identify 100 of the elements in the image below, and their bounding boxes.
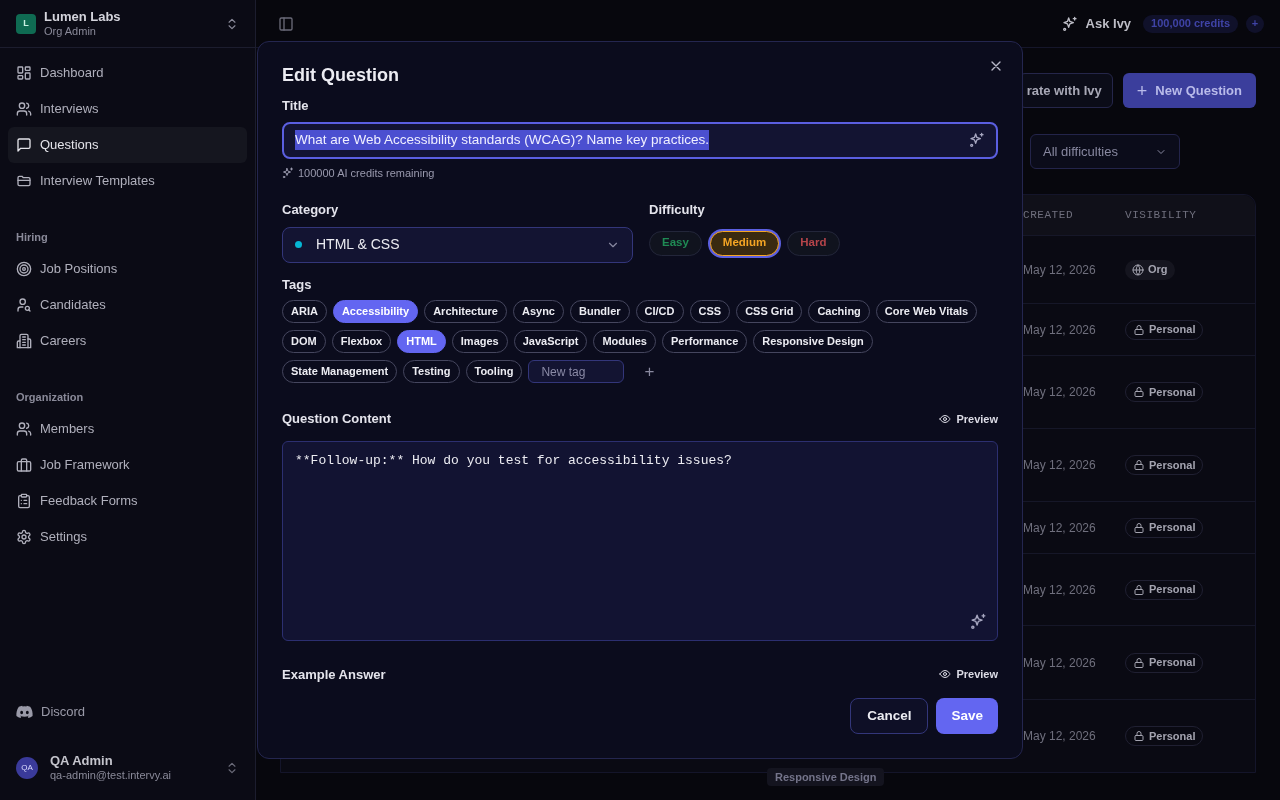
tag-chip[interactable]: Flexbox <box>331 330 392 353</box>
field-label: Title <box>282 97 310 115</box>
nav-item[interactable]: Job Positions <box>8 251 247 287</box>
dialog-title: Edit Question <box>282 64 400 86</box>
visibility-badge: Org <box>1125 259 1175 280</box>
tag-chip[interactable]: Bundler <box>570 300 630 323</box>
sidebar-toggle-icon[interactable] <box>278 15 294 32</box>
tag-chip[interactable]: Accessibility <box>332 300 419 323</box>
difficulty-option[interactable]: Easy <box>649 230 702 256</box>
tag-chip[interactable]: Responsive Design <box>753 330 873 353</box>
created-date: May 12, 2026 <box>1023 654 1097 672</box>
sparkle-icon[interactable] <box>970 612 987 630</box>
eye-icon <box>939 412 952 425</box>
tag-chip[interactable]: Core Web Vitals <box>875 300 978 323</box>
org-logo: L <box>16 13 36 34</box>
tag-chip[interactable]: ARIA <box>282 300 327 323</box>
field-label: Category <box>282 201 340 219</box>
eye-icon <box>939 668 952 681</box>
tag-badge: Responsive Design <box>767 768 885 786</box>
building-icon <box>16 333 32 349</box>
tag-chip[interactable]: Async <box>512 300 564 323</box>
tag-chip[interactable]: Testing <box>403 360 460 383</box>
tag-chip[interactable]: CSS <box>689 300 731 323</box>
section-heading: Hiring <box>15 229 49 245</box>
content-field[interactable]: **Follow-up:** How do you test for accessibility issues? <box>282 440 998 641</box>
nav-item[interactable]: Interview Templates <box>8 163 247 199</box>
users-icon <box>16 101 32 117</box>
created-date: May 12, 2026 <box>1023 519 1097 537</box>
nav-item[interactable]: Careers <box>8 323 247 359</box>
org-name: Lumen Labs <box>44 8 122 25</box>
nav-item[interactable]: Candidates <box>8 287 247 323</box>
tag-chip[interactable]: Tooling <box>465 360 523 383</box>
credits-note: 100000 AI credits remaining <box>298 165 435 181</box>
chat-bubble-icon <box>16 137 32 153</box>
title-field[interactable]: What are Web Accessibility standards (WCAG)? Name key practices. <box>282 121 998 159</box>
lock-icon <box>1133 656 1145 669</box>
cancel-button[interactable]: Cancel <box>850 698 929 734</box>
tag-chip[interactable]: Performance <box>662 330 748 353</box>
plus-icon: + <box>1136 81 1148 100</box>
tag-chip[interactable]: HTML <box>397 330 446 353</box>
created-date: May 12, 2026 <box>1023 457 1097 474</box>
save-button[interactable]: Save <box>936 698 998 734</box>
sparkle-icon <box>1061 15 1078 32</box>
preview-button[interactable]: Preview <box>939 410 998 427</box>
nav-item[interactable]: Questions <box>8 127 247 163</box>
tag-chip[interactable]: CSS Grid <box>736 300 803 323</box>
created-date: May 12, 2026 <box>1023 321 1097 339</box>
new-tag-field[interactable]: New tag <box>528 360 625 383</box>
user-search-icon <box>16 297 32 313</box>
nav-item[interactable]: Members <box>8 411 247 447</box>
nav-item[interactable]: Feedback Forms <box>8 483 247 519</box>
column-header: CREATED <box>1023 207 1075 223</box>
discord-link[interactable]: Discord <box>8 694 247 730</box>
sparkle-icon <box>282 166 294 179</box>
created-date: May 12, 2026 <box>1023 261 1097 279</box>
lock-icon <box>1133 730 1145 742</box>
tag-chip[interactable]: CI/CD <box>635 300 684 323</box>
dashboard-icon <box>16 65 32 81</box>
tag-chip[interactable]: Caching <box>808 300 870 323</box>
nav-item[interactable]: Job Framework <box>8 447 247 483</box>
created-date: May 12, 2026 <box>1023 581 1097 599</box>
created-date: May 12, 2026 <box>1023 384 1097 401</box>
nav-item[interactable]: Interviews <box>8 91 247 127</box>
tag-chip[interactable]: State Management <box>282 360 398 383</box>
lock-icon <box>1133 583 1145 596</box>
gamepad-icon <box>16 705 33 719</box>
ask-ivy-button[interactable]: Ask Ivy <box>1061 13 1132 34</box>
lock-icon <box>1133 459 1145 471</box>
difficulty-filter[interactable]: All difficulties <box>1030 134 1180 169</box>
credits-badge: 100,000 credits <box>1143 14 1238 33</box>
org-role: Org Admin <box>44 24 97 39</box>
tag-chip[interactable]: Images <box>451 330 508 353</box>
folder-icon <box>16 173 32 189</box>
sparkle-icon[interactable] <box>969 132 985 148</box>
tag-chip[interactable]: Modules <box>593 330 656 353</box>
field-label: Example Answer <box>282 665 386 684</box>
field-label: Question Content <box>282 410 392 428</box>
field-label: Difficulty <box>649 201 706 219</box>
user-name: QA Admin <box>50 753 114 770</box>
field-label: Tags <box>282 275 313 294</box>
nav-item[interactable]: Settings <box>8 519 247 555</box>
user-avatar: QA <box>16 757 38 779</box>
section-heading: Organization <box>15 389 85 405</box>
nav-item[interactable]: Dashboard <box>8 55 247 91</box>
users-icon <box>16 421 32 437</box>
difficulty-option[interactable]: Medium <box>709 230 780 256</box>
lock-icon <box>1133 521 1145 534</box>
settings-icon <box>16 529 32 545</box>
column-header: VISIBILITY <box>1125 207 1197 223</box>
tag-chip[interactable]: Architecture <box>424 300 507 323</box>
tag-chip[interactable]: JavaScript <box>513 330 588 353</box>
tag-chip[interactable]: DOM <box>282 330 326 353</box>
user-email: qa-admin@test.intervy.ai <box>50 769 172 783</box>
preview-button[interactable]: Preview <box>939 666 998 683</box>
category-select[interactable]: HTML & CSS <box>282 226 633 263</box>
created-date: May 12, 2026 <box>1023 728 1097 745</box>
globe-icon <box>1132 263 1144 276</box>
new-question-button[interactable]: + New Question <box>1122 73 1256 108</box>
lock-icon <box>1133 323 1145 336</box>
add-tag-button[interactable]: + <box>644 363 655 380</box>
